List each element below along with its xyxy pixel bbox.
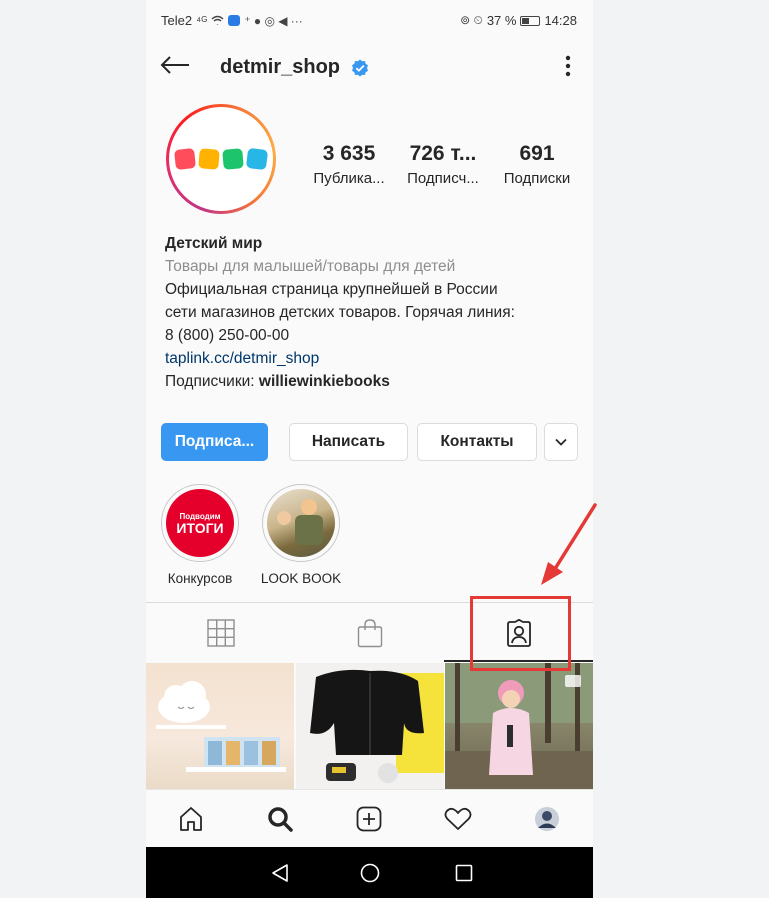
page-background: Tele2 ⁴ᴳ ⁺ ● ◎ ◀ ··· ⊚ ⏲ 37 % 14:28 detm… xyxy=(0,0,769,898)
annotation-arrow xyxy=(541,503,597,585)
